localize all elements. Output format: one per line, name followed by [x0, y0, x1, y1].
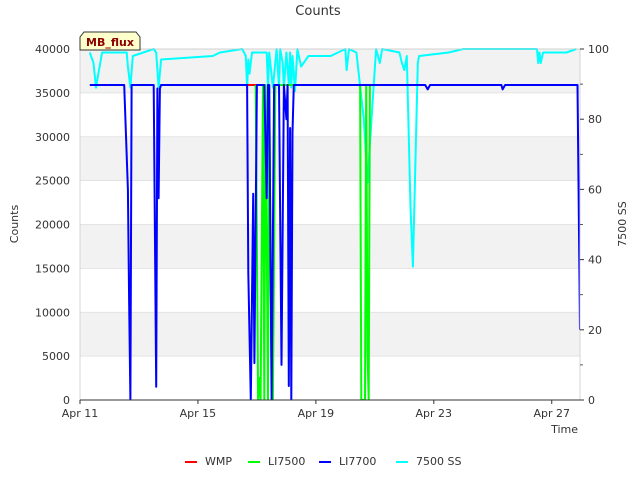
y-axis-right-label: 7500 SS — [616, 201, 629, 246]
legend-label: WMP — [205, 455, 232, 468]
site-badge-label: MB_flux — [86, 36, 134, 49]
site-badge: MB_flux — [79, 31, 141, 51]
y-left-tick-label: 20000 — [35, 219, 70, 232]
y-left-tick-label: 35000 — [35, 87, 70, 100]
y-right-tick-label: 60 — [588, 183, 602, 196]
y-left-tick-label: 30000 — [35, 131, 70, 144]
chart-container: 0 5000 10000 15000 20000 25000 30000 35000 40000… — [0, 0, 640, 480]
legend-label: LI7500 — [268, 455, 305, 468]
legend-label: LI7700 — [339, 455, 376, 468]
y-left-tick-label: 0 — [63, 394, 70, 407]
legend-label: 7500 SS — [416, 455, 461, 468]
x-tick-label: Apr 19 — [298, 407, 335, 420]
counts-chart: 0 5000 10000 15000 20000 25000 30000 35000 40000… — [8, 4, 629, 468]
y-axis-left-label: Counts — [8, 205, 21, 244]
y-left-tick-label: 10000 — [35, 306, 70, 319]
x-tick-label: Apr 23 — [416, 407, 453, 420]
y-right-tick-label: 80 — [588, 113, 602, 126]
y-left-tick-label: 25000 — [35, 175, 70, 188]
x-tick-label: Apr 11 — [62, 407, 99, 420]
x-tick-label: Apr 27 — [533, 407, 570, 420]
grid-band — [80, 356, 580, 400]
y-right-tick-label: 0 — [588, 394, 595, 407]
legend: WMP LI7500 LI7700 7500 SS — [185, 455, 461, 468]
chart-title: Counts — [295, 4, 341, 19]
y-right-tick-label: 100 — [588, 43, 609, 56]
y-left-tick-label: 15000 — [35, 262, 70, 275]
y-left-tick-label: 40000 — [35, 43, 70, 56]
y-left-tick-label: 5000 — [42, 350, 70, 363]
y-right-tick-label: 20 — [588, 324, 602, 337]
y-right-tick-label: 40 — [588, 254, 602, 267]
x-tick-label: Apr 15 — [180, 407, 217, 420]
x-axis-label: Time — [550, 423, 578, 436]
